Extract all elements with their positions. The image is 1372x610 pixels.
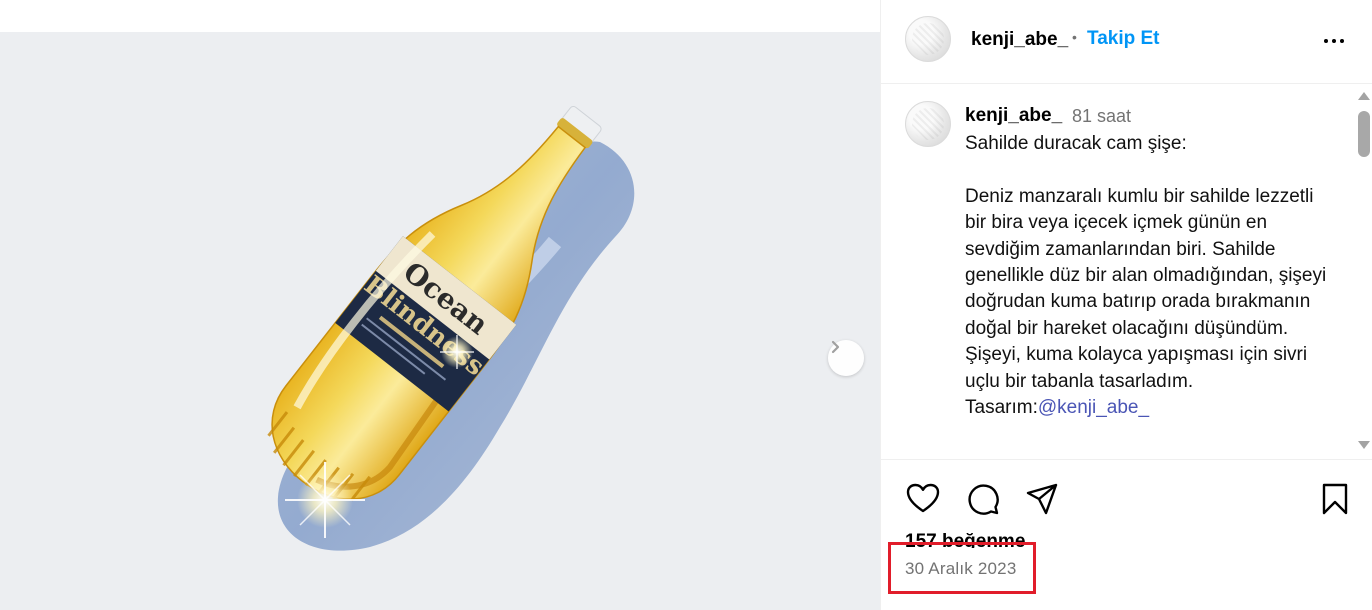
caption-time[interactable]: 81 saat <box>1072 106 1131 127</box>
post-actions: 157 beğenme 30 Aralık 2023 <box>881 459 1372 610</box>
chevron-right-icon <box>831 340 840 354</box>
header-separator: • <box>1072 29 1077 45</box>
caption-body: Sahilde duracak cam şişe: Deniz manzaral… <box>965 133 1327 419</box>
caption-username[interactable]: kenji_abe_ <box>965 105 1062 127</box>
carousel-next-button[interactable] <box>828 340 864 376</box>
post-header: kenji_abe_ • Takip Et <box>881 0 1372 84</box>
post-date[interactable]: 30 Aralık 2023 <box>905 559 1017 579</box>
mention-link[interactable]: @kenji_abe_ <box>1038 397 1149 418</box>
post-sidebar: kenji_abe_ • Takip Et kenji_abe_ 81 saat… <box>880 0 1372 610</box>
scroll-down-arrow-icon[interactable] <box>1358 441 1370 449</box>
caption-text: Sahilde duracak cam şişe: Deniz manzaral… <box>965 131 1337 421</box>
bookmark-icon[interactable] <box>1317 481 1353 517</box>
comments-section[interactable]: kenji_abe_ 81 saat Sahilde duracak cam ş… <box>881 85 1372 458</box>
comment-icon[interactable] <box>965 481 1001 517</box>
scroll-up-arrow-icon[interactable] <box>1358 92 1370 100</box>
bottle-image: Ocean Blindness <box>267 105 635 551</box>
post-media[interactable]: Ocean Blindness <box>0 32 880 610</box>
more-dot-icon <box>1324 39 1328 43</box>
heart-icon[interactable] <box>905 481 941 517</box>
media-top-strip <box>0 0 880 32</box>
header-username[interactable]: kenji_abe_ <box>971 29 1068 51</box>
more-dot-icon <box>1340 39 1344 43</box>
avatar[interactable] <box>905 101 951 147</box>
more-dot-icon <box>1332 39 1336 43</box>
follow-button[interactable]: Takip Et <box>1087 28 1160 50</box>
scrollbar-thumb[interactable] <box>1358 111 1370 157</box>
comments-scrollbar[interactable] <box>1355 85 1372 458</box>
avatar[interactable] <box>905 16 951 62</box>
share-icon[interactable] <box>1024 481 1060 517</box>
more-options-button[interactable] <box>1319 26 1349 56</box>
likes-count[interactable]: 157 beğenme <box>905 531 1025 548</box>
